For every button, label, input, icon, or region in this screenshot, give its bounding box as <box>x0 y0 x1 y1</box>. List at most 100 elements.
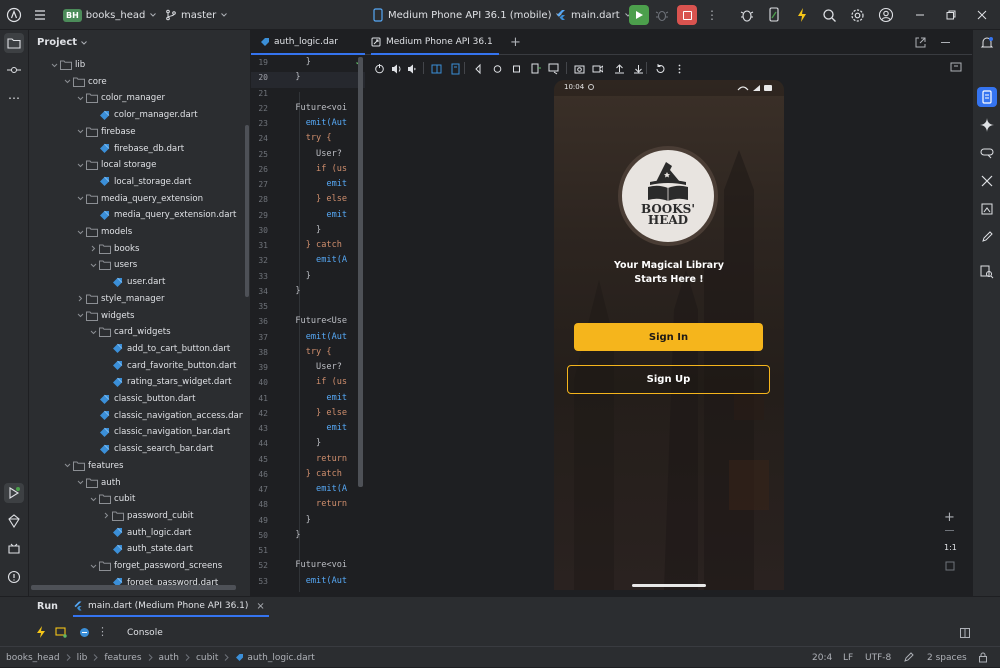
hot-reload-icon[interactable] <box>36 626 46 638</box>
tree-folder-row[interactable]: color_manager <box>29 90 165 106</box>
chevron-down-icon[interactable] <box>88 563 98 570</box>
back-icon[interactable] <box>473 63 484 75</box>
device-selector[interactable]: Medium Phone API 36.1 (mobile) <box>372 0 563 30</box>
reset-icon[interactable] <box>655 63 666 75</box>
close-tab-icon[interactable]: × <box>256 601 264 612</box>
display-mode-icon[interactable] <box>548 63 559 75</box>
problems-icon[interactable] <box>4 567 24 587</box>
chevron-right-icon[interactable] <box>101 512 111 519</box>
code-line[interactable]: return <box>285 499 347 509</box>
search-icon[interactable] <box>822 0 837 30</box>
tree-folder-row[interactable]: models <box>29 224 132 240</box>
code-line[interactable]: User? <box>285 149 342 159</box>
tree-file-row[interactable]: classic_navigation_access.dart <box>29 408 243 424</box>
code-line[interactable]: } <box>285 515 311 525</box>
breadcrumb-item[interactable]: cubit <box>196 653 218 663</box>
code-line[interactable]: } else <box>285 408 347 418</box>
branch-selector[interactable]: master <box>165 0 228 30</box>
indent-setting[interactable]: 2 spaces <box>927 647 967 668</box>
breadcrumb-item[interactable]: lib <box>77 653 88 663</box>
code-line[interactable]: emit(Aut <box>285 332 347 342</box>
chevron-down-icon[interactable] <box>75 229 85 236</box>
resource-manager-icon[interactable] <box>977 199 997 219</box>
app-logo-icon[interactable] <box>6 0 22 30</box>
chevron-down-icon[interactable] <box>75 195 85 202</box>
tree-file-row[interactable]: rating_stars_widget.dart <box>29 374 232 390</box>
more-tools-icon[interactable]: ⋯ <box>4 88 24 108</box>
breadcrumb-item[interactable]: auth <box>159 653 179 663</box>
code-line[interactable]: } catch <box>285 240 342 250</box>
run-tool-icon[interactable] <box>4 483 24 503</box>
code-line[interactable]: if (us <box>285 377 347 387</box>
phone-screen[interactable]: 10:04 BOOKS' HEAD Your Magical Library S… <box>554 80 784 590</box>
code-line[interactable]: emit(Aut <box>285 576 347 586</box>
code-line[interactable]: } <box>285 72 300 82</box>
close-icon[interactable] <box>977 0 987 30</box>
run-config-selector[interactable]: main.dart <box>555 0 632 30</box>
tree-file-row[interactable]: user.dart <box>29 274 165 290</box>
code-line[interactable]: Future<voi <box>285 103 347 113</box>
code-line[interactable]: emit <box>285 210 347 220</box>
tree-folder-row[interactable]: books <box>29 241 139 257</box>
breadcrumb-item[interactable]: features <box>104 653 141 663</box>
stop-button[interactable] <box>677 0 697 30</box>
tree-file-row[interactable]: local_storage.dart <box>29 174 191 190</box>
flutter-inspector-icon[interactable] <box>4 511 24 531</box>
code-line[interactable]: return <box>285 454 347 464</box>
logcat-icon[interactable] <box>4 539 24 559</box>
zoom-fit-icon[interactable] <box>945 561 955 571</box>
restore-icon[interactable] <box>946 0 956 30</box>
code-line[interactable]: try { <box>285 133 332 143</box>
tree-folder-row[interactable]: media_query_extension <box>29 191 203 207</box>
code-line[interactable]: emit(A <box>285 484 347 494</box>
code-line[interactable]: emit(A <box>285 255 347 265</box>
tree-horizontal-scrollbar[interactable] <box>31 585 236 590</box>
tree-folder-row[interactable]: core <box>29 74 107 90</box>
rotate-right-icon[interactable] <box>450 63 461 75</box>
tree-folder-row[interactable]: widgets <box>29 308 134 324</box>
volume-up-icon[interactable] <box>391 63 402 75</box>
chevron-down-icon[interactable] <box>75 162 85 169</box>
zoom-actual-size[interactable]: 1:1 <box>944 543 957 552</box>
tools-icon[interactable] <box>977 171 997 191</box>
cursor-position[interactable]: 20:4 <box>812 647 832 668</box>
tree-folder-row[interactable]: firebase <box>29 124 136 140</box>
console-tab[interactable]: Console <box>127 628 163 638</box>
tree-folder-row[interactable]: card_widgets <box>29 324 171 340</box>
chevron-down-icon[interactable] <box>88 496 98 503</box>
code-line[interactable]: emit <box>285 393 347 403</box>
volume-down-icon[interactable] <box>407 63 418 75</box>
tree-folder-row[interactable]: forget_password_screens <box>29 558 222 574</box>
code-line[interactable]: } catch <box>285 469 342 479</box>
chevron-right-icon[interactable] <box>88 245 98 252</box>
tree-folder-row[interactable]: auth <box>29 475 121 491</box>
chevron-down-icon[interactable] <box>75 95 85 102</box>
layout-toggle-icon[interactable] <box>950 61 962 73</box>
sign-up-button[interactable]: Sign Up <box>567 365 770 394</box>
chevron-down-icon[interactable] <box>88 329 98 336</box>
tree-folder-row[interactable]: lib <box>29 57 85 73</box>
chevron-right-icon[interactable] <box>75 295 85 302</box>
chevron-down-icon[interactable] <box>75 479 85 486</box>
project-tool-icon[interactable] <box>4 33 24 53</box>
settings-icon[interactable] <box>850 0 865 30</box>
upload-icon[interactable] <box>614 63 625 75</box>
more-options-icon[interactable]: ⋮ <box>97 625 108 638</box>
code-line[interactable]: } else <box>285 194 347 204</box>
tree-vertical-scrollbar[interactable] <box>245 125 249 297</box>
chevron-down-icon[interactable] <box>49 62 59 69</box>
code-line[interactable]: try { <box>285 347 332 357</box>
tree-folder-row[interactable]: users <box>29 257 137 273</box>
run-config-tab[interactable]: main.dart (Medium Phone API 36.1) × <box>73 597 269 617</box>
tree-folder-row[interactable]: cubit <box>29 491 135 507</box>
code-line[interactable]: emit(Aut <box>285 118 347 128</box>
run-panel-title[interactable]: Run <box>37 601 58 612</box>
account-icon[interactable] <box>878 0 894 30</box>
fold-icon[interactable] <box>531 63 542 75</box>
code-line[interactable]: } <box>285 57 311 67</box>
screen-record-icon[interactable] <box>592 63 603 75</box>
chevron-down-icon[interactable] <box>62 462 72 469</box>
chevron-down-icon[interactable] <box>75 128 85 135</box>
commit-tool-icon[interactable] <box>4 60 24 80</box>
open-new-window-icon[interactable] <box>915 37 926 48</box>
